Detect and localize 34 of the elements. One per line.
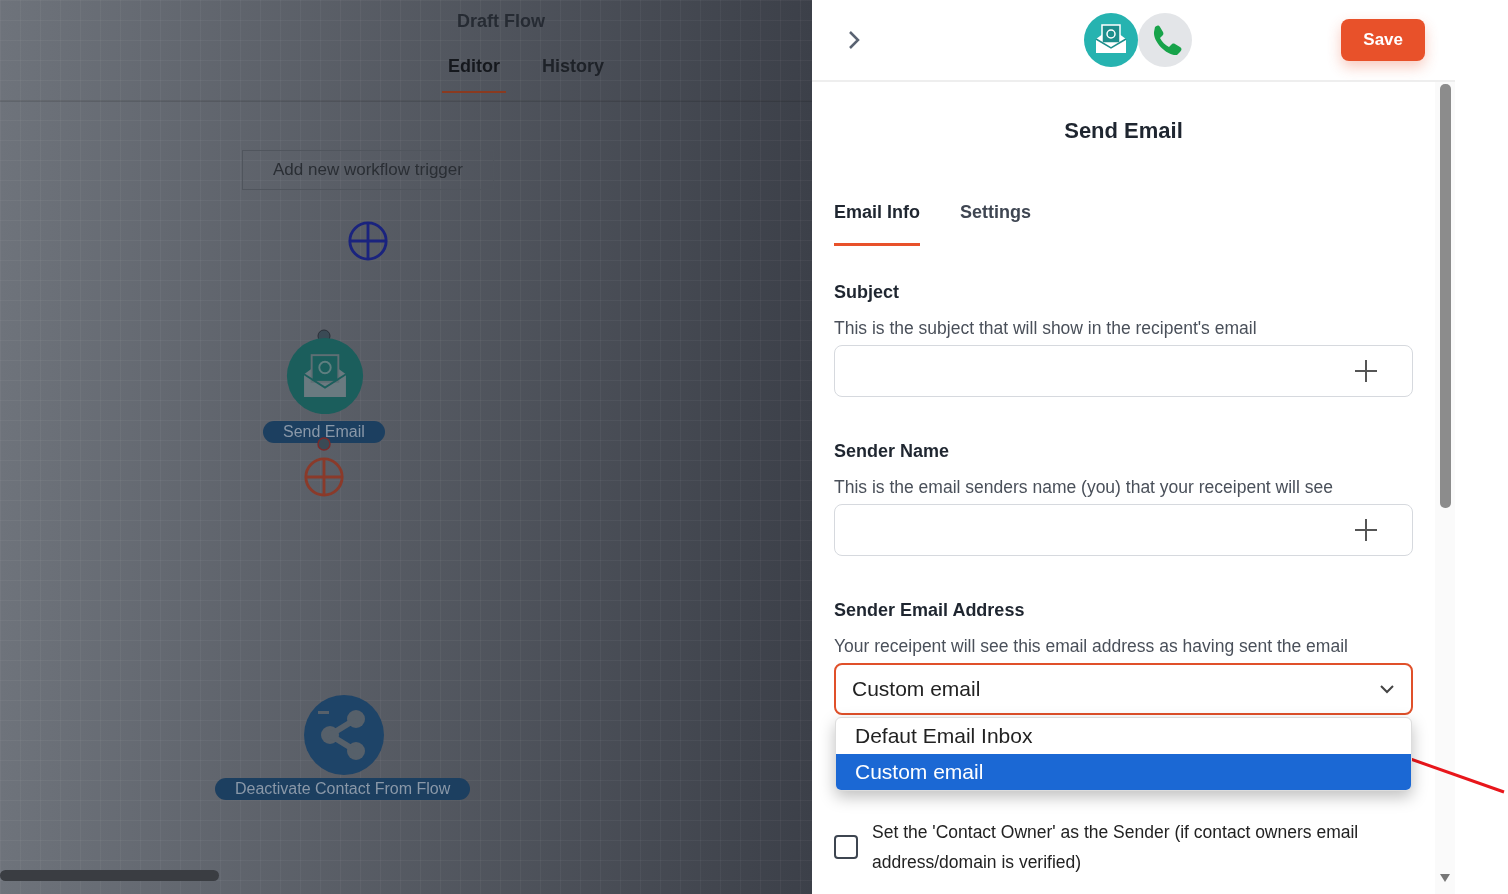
editor-tab[interactable]: History	[536, 52, 610, 93]
chevron-down-icon	[1379, 684, 1395, 694]
checkbox[interactable]	[834, 835, 858, 859]
editor-tab[interactable]: Editor	[442, 52, 506, 93]
connector-dot-icon[interactable]	[317, 437, 331, 451]
node-label[interactable]: Deactivate Contact From Flow	[215, 778, 471, 800]
save-button[interactable]: Save	[1341, 19, 1425, 61]
scrollbar-thumb[interactable]	[0, 870, 219, 881]
dropdown-option[interactable]: Defaut Email Inbox	[836, 718, 1411, 754]
scrollbar-thumb[interactable]	[1440, 84, 1451, 508]
dropdown-option[interactable]: Custom email	[836, 754, 1411, 790]
field-description: This is the subject that will show in the recipent's email	[834, 318, 1258, 339]
add-step-icon[interactable]	[347, 220, 389, 262]
panel-tab[interactable]: Email Info	[834, 202, 920, 246]
field-description: Your receipent will see this email address as having sent the email	[834, 636, 1349, 657]
sender-email-dropdown[interactable]: Custom email	[834, 663, 1413, 715]
text-input-field[interactable]	[834, 345, 1413, 397]
text-input-field[interactable]	[834, 504, 1413, 556]
checkbox-label: Set the 'Contact Owner' as the Sender (if contact owners email address/domain is verified)	[872, 821, 1360, 874]
panel-tab[interactable]: Settings	[960, 202, 1032, 246]
panel-title: Send Email	[1063, 118, 1184, 144]
email-node-icon[interactable]	[285, 338, 365, 415]
share-node-icon[interactable]	[302, 693, 386, 777]
phone-icon[interactable]	[1138, 13, 1192, 67]
scroll-down-icon[interactable]	[1440, 874, 1450, 882]
plus-icon[interactable]	[1354, 359, 1378, 383]
field-label: Sender Name	[834, 441, 951, 462]
field-description: This is the email senders name (you) that your receipent will see	[834, 477, 1334, 498]
field-label: Subject	[834, 282, 900, 303]
plus-icon[interactable]	[1354, 518, 1378, 542]
node-label[interactable]: Send Email	[263, 421, 385, 443]
field-label: Sender Email Address	[834, 600, 1026, 621]
add-step-icon[interactable]	[303, 456, 345, 498]
email-icon[interactable]	[1084, 13, 1138, 67]
